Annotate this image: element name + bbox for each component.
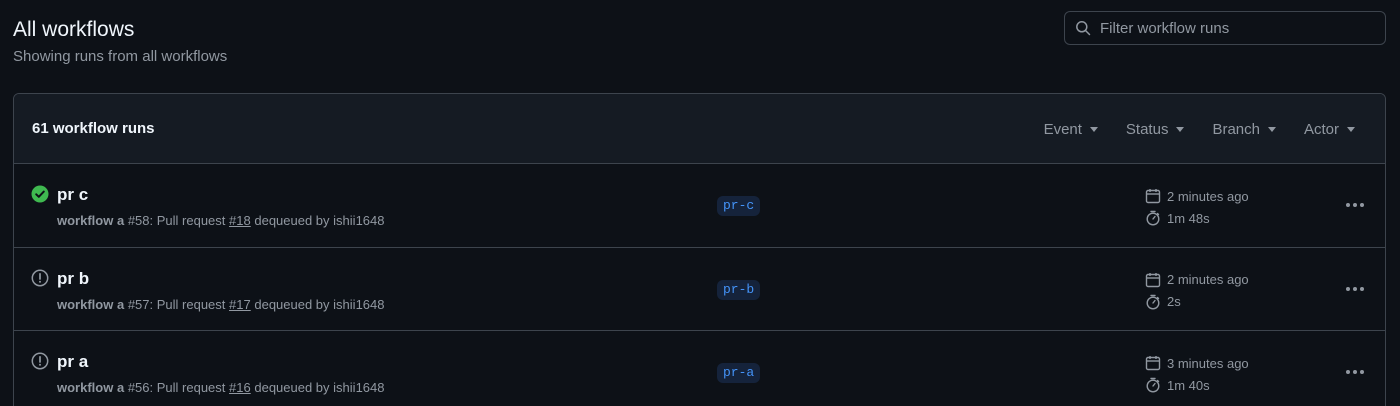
workflow-runs-page: All workflows Showing runs from all work… bbox=[0, 0, 1400, 406]
stopwatch-icon bbox=[1146, 294, 1160, 310]
more-options-button[interactable] bbox=[1344, 280, 1366, 298]
kebab-dot bbox=[1353, 203, 1357, 207]
action-text: dequeued by bbox=[254, 380, 330, 395]
run-time-ago: 2 minutes ago bbox=[1145, 272, 1249, 288]
pull-request-link[interactable]: #17 bbox=[229, 297, 251, 312]
action-text: dequeued by bbox=[254, 296, 330, 312]
run-title-link[interactable]: pr b bbox=[57, 269, 89, 289]
actor-name: ishii1648 bbox=[333, 296, 385, 312]
run-number: #56 bbox=[127, 380, 150, 395]
pull-request-link[interactable]: #18 bbox=[229, 213, 251, 228]
actor-name: ishii1648 bbox=[333, 213, 385, 228]
workflow-run-row[interactable]: pr c workflow a #58: Pull request #18 de… bbox=[14, 164, 1385, 248]
page-title: All workflows bbox=[13, 18, 135, 41]
calendar-icon bbox=[1145, 272, 1161, 287]
time-ago-text: 3 minutes ago bbox=[1167, 355, 1249, 371]
page-subtitle: Showing runs from all workflows bbox=[13, 48, 228, 65]
kebab-dot bbox=[1353, 370, 1357, 374]
run-duration: 1m 48s bbox=[1145, 210, 1210, 226]
branch-filter-label: Branch bbox=[1212, 120, 1260, 138]
run-time-ago: 2 minutes ago bbox=[1145, 188, 1249, 204]
duration-text: 1m 40s bbox=[1167, 377, 1210, 393]
chevron-down-icon bbox=[1089, 127, 1098, 132]
workflow-name: workflow a bbox=[57, 213, 125, 228]
action-text: dequeued by bbox=[254, 213, 330, 228]
runs-list-header: 61 workflow runs Event Status Branch Act… bbox=[14, 94, 1385, 164]
chevron-down-icon bbox=[1176, 127, 1185, 132]
more-options-button[interactable] bbox=[1344, 196, 1366, 214]
branch-tag[interactable]: pr-c bbox=[717, 196, 761, 216]
actor-filter-button[interactable]: Actor bbox=[1304, 121, 1355, 138]
kebab-dot bbox=[1360, 370, 1364, 374]
check-circle-icon bbox=[31, 185, 49, 203]
calendar-icon bbox=[1145, 356, 1161, 371]
filter-runs-search[interactable] bbox=[1064, 11, 1386, 45]
workflow-run-row[interactable]: pr a workflow a #56: Pull request #16 de… bbox=[14, 331, 1385, 406]
run-duration: 1m 40s bbox=[1145, 377, 1210, 393]
workflow-runs-list: 61 workflow runs Event Status Branch Act… bbox=[13, 93, 1386, 406]
status-filter-button[interactable]: Status bbox=[1126, 121, 1185, 138]
branch-tag[interactable]: pr-a bbox=[717, 363, 761, 383]
run-filters: Event Status Branch Actor bbox=[1016, 94, 1355, 164]
run-title-link[interactable]: pr c bbox=[57, 185, 88, 205]
chevron-down-icon bbox=[1347, 127, 1355, 132]
kebab-dot bbox=[1346, 370, 1350, 374]
actor-filter-label: Actor bbox=[1303, 120, 1339, 138]
run-time-ago: 3 minutes ago bbox=[1145, 355, 1249, 371]
page-header: All workflows Showing runs from all work… bbox=[13, 18, 227, 65]
stopwatch-icon bbox=[1146, 210, 1160, 226]
run-meta: workflow a #56: Pull request #16 dequeue… bbox=[57, 380, 385, 395]
time-ago-text: 2 minutes ago bbox=[1167, 272, 1249, 287]
event-filter-label: Event bbox=[1043, 120, 1082, 138]
event-filter-button[interactable]: Event bbox=[1044, 121, 1098, 138]
kebab-dot bbox=[1360, 286, 1364, 291]
branch-tag[interactable]: pr-b bbox=[717, 279, 761, 300]
run-meta: workflow a #58: Pull request #18 dequeue… bbox=[57, 213, 385, 228]
duration-text: 1m 48s bbox=[1167, 210, 1210, 226]
chevron-down-icon bbox=[1267, 127, 1276, 132]
time-ago-text: 2 minutes ago bbox=[1167, 188, 1249, 204]
workflow-name: workflow a bbox=[57, 380, 125, 395]
duration-text: 2s bbox=[1167, 294, 1181, 309]
stopwatch-icon bbox=[1146, 377, 1160, 393]
alert-circle-icon bbox=[31, 269, 49, 286]
calendar-icon bbox=[1145, 189, 1161, 204]
workflow-name: workflow a bbox=[57, 296, 125, 312]
run-meta: workflow a #57: Pull request #17 dequeue… bbox=[57, 296, 385, 312]
event-text: Pull request bbox=[156, 380, 226, 395]
branch-filter-button[interactable]: Branch bbox=[1212, 121, 1276, 138]
status-filter-label: Status bbox=[1125, 120, 1169, 138]
event-text: Pull request bbox=[156, 213, 226, 228]
alert-circle-icon bbox=[31, 352, 49, 370]
workflow-run-row[interactable]: pr b workflow a #57: Pull request #17 de… bbox=[14, 248, 1385, 331]
run-number: #57 bbox=[127, 296, 150, 312]
filter-runs-input[interactable] bbox=[1100, 19, 1370, 37]
more-options-button[interactable] bbox=[1344, 363, 1366, 381]
event-text: Pull request bbox=[156, 296, 226, 312]
search-icon bbox=[1076, 21, 1091, 36]
kebab-dot bbox=[1353, 286, 1357, 291]
kebab-dot bbox=[1346, 286, 1350, 291]
run-count: 61 workflow runs bbox=[32, 120, 155, 137]
actor-name: ishii1648 bbox=[333, 380, 385, 395]
run-duration: 2s bbox=[1145, 294, 1181, 310]
kebab-dot bbox=[1346, 203, 1350, 207]
run-title-link[interactable]: pr a bbox=[57, 352, 88, 372]
kebab-dot bbox=[1360, 203, 1364, 207]
pull-request-link[interactable]: #16 bbox=[229, 380, 251, 395]
run-number: #58 bbox=[127, 213, 150, 228]
